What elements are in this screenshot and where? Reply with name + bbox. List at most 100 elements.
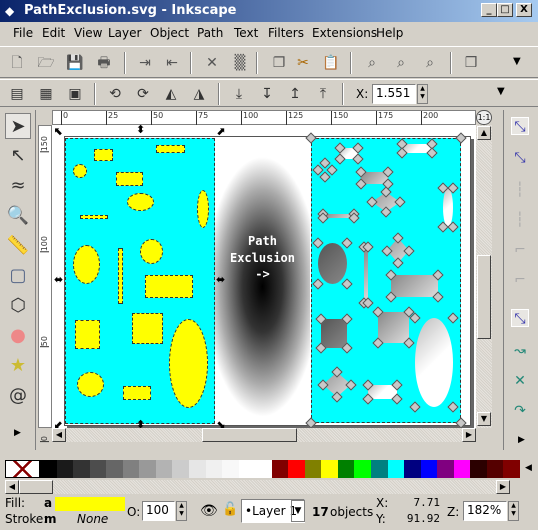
color-swatch[interactable] <box>288 460 305 478</box>
color-swatch[interactable] <box>453 460 471 478</box>
3d-box-tool-icon[interactable]: ⬡ <box>5 293 31 319</box>
color-swatch[interactable] <box>222 460 239 478</box>
color-swatch[interactable] <box>354 460 372 478</box>
ellipse-tool-icon[interactable]: ● <box>5 323 31 349</box>
snap-intersections-icon[interactable]: ✕ <box>511 372 529 390</box>
canvas-text[interactable]: Path Exclusion -> <box>215 233 310 283</box>
yellow-rectangle[interactable] <box>75 320 100 349</box>
gradient-ellipse[interactable] <box>415 318 453 407</box>
scale-handle[interactable]: ⬌ <box>54 274 63 285</box>
zoom-drawing-icon[interactable]: ⌕ <box>392 54 410 72</box>
opacity-spinner[interactable]: ▲ ▼ <box>176 501 187 521</box>
palette-menu-arrow-icon[interactable]: ◀ <box>525 463 532 473</box>
deselect-icon[interactable]: ▣ <box>66 85 84 103</box>
scale-handle[interactable]: ⬋ <box>54 419 63 428</box>
raise-icon[interactable]: ↥ <box>286 85 304 103</box>
color-swatch[interactable] <box>387 460 405 478</box>
color-swatch[interactable] <box>404 460 421 478</box>
scroll-left-button[interactable]: ◀ <box>52 428 66 442</box>
color-swatch[interactable] <box>486 460 504 478</box>
menu-text[interactable]: Text <box>234 26 258 40</box>
snap-paths-icon[interactable]: ↝ <box>511 342 529 360</box>
snap-bbox-icon[interactable]: ┆ <box>511 181 529 199</box>
undo-delete-icon[interactable]: ✕ <box>203 54 221 72</box>
close-button[interactable]: X <box>516 3 532 17</box>
color-swatch[interactable] <box>106 460 123 478</box>
select-all-layers-icon[interactable]: ▦ <box>37 85 55 103</box>
more-snap-arrow-icon[interactable]: ▶ <box>518 435 525 445</box>
flip-horizontal-icon[interactable]: ◭ <box>162 85 180 103</box>
color-swatch[interactable] <box>89 460 107 478</box>
menu-view[interactable]: View <box>74 26 102 40</box>
yellow-rectangle[interactable] <box>156 145 185 153</box>
scale-handle[interactable]: ⬉ <box>54 126 63 137</box>
color-swatch[interactable] <box>172 460 190 478</box>
new-document-icon[interactable]: 🗋 <box>8 54 26 72</box>
cut-icon[interactable]: ✂ <box>294 54 312 72</box>
spiral-tool-icon[interactable]: @ <box>5 383 31 409</box>
snap-bbox-edge-icon[interactable]: ┆ <box>511 211 529 229</box>
print-icon[interactable]: 🖶 <box>95 54 113 72</box>
color-swatch[interactable] <box>304 460 322 478</box>
scale-handle[interactable]: ⬍ <box>136 419 145 428</box>
node-tool-icon[interactable]: ↖ <box>5 143 31 169</box>
color-swatch[interactable] <box>122 460 140 478</box>
star-tool-icon[interactable]: ★ <box>5 353 31 379</box>
color-swatch[interactable] <box>238 460 256 478</box>
rotate-ccw-icon[interactable]: ⟲ <box>106 85 124 103</box>
color-swatch[interactable] <box>40 460 57 478</box>
color-swatch[interactable] <box>371 460 388 478</box>
gradient-rectangle[interactable] <box>321 319 347 348</box>
color-swatch[interactable] <box>271 460 289 478</box>
yellow-rectangle[interactable] <box>145 275 193 298</box>
color-swatch[interactable] <box>73 460 90 478</box>
import-icon[interactable]: ⇥ <box>136 54 154 72</box>
overflow-arrow-icon[interactable]: ▼ <box>497 86 505 97</box>
horizontal-scrollbar[interactable]: ◀ ▶ <box>52 428 476 442</box>
yellow-rectangle[interactable] <box>123 386 151 400</box>
zoom-input[interactable]: 182% <box>463 501 507 521</box>
color-swatch[interactable] <box>155 460 173 478</box>
scale-handle[interactable]: ⬈ <box>216 126 225 137</box>
clone-icon[interactable]: ❒ <box>462 54 480 72</box>
yellow-ellipse[interactable] <box>73 164 87 178</box>
horizontal-scroll-thumb[interactable] <box>202 428 297 442</box>
opacity-input[interactable]: 100 <box>142 501 175 521</box>
lock-icon[interactable]: 🔓 <box>222 502 238 517</box>
redo-icon[interactable]: ▒ <box>231 54 249 72</box>
scroll-down-button[interactable]: ▼ <box>477 412 491 426</box>
snap-smooth-nodes-icon[interactable]: ↷ <box>511 402 529 420</box>
color-swatch[interactable] <box>337 460 355 478</box>
vertical-scrollbar[interactable]: ▲ ▼ <box>476 125 492 428</box>
scroll-up-button[interactable]: ▲ <box>477 126 491 140</box>
lower-icon[interactable]: ↧ <box>258 85 276 103</box>
x-input[interactable]: 1.551 <box>372 84 416 104</box>
stroke-value[interactable]: None <box>77 512 108 526</box>
fill-color-swatch[interactable] <box>55 497 125 511</box>
no-paint-swatch[interactable] <box>5 460 41 478</box>
visibility-eye-icon[interactable]: 👁 <box>200 503 218 519</box>
flip-vertical-icon[interactable]: ◮ <box>190 85 208 103</box>
more-tools-arrow-icon[interactable]: ▶ <box>14 428 21 438</box>
gradient-ellipse[interactable] <box>318 243 347 284</box>
minimize-button[interactable]: _ <box>481 3 497 17</box>
yellow-rectangle[interactable] <box>132 313 163 344</box>
zoom-tool-icon[interactable]: 🔍 <box>5 203 31 229</box>
yellow-ellipse[interactable] <box>140 239 163 264</box>
yellow-ellipse[interactable] <box>73 245 100 284</box>
yellow-rectangle[interactable] <box>94 149 113 161</box>
snap-nodes-icon[interactable]: ⤡ <box>511 149 529 167</box>
menu-object[interactable]: Object <box>150 26 189 40</box>
color-swatch[interactable] <box>420 460 438 478</box>
color-swatch[interactable] <box>470 460 487 478</box>
lower-bottom-icon[interactable]: ⤓ <box>230 85 248 103</box>
gradient-rectangle[interactable] <box>364 247 368 303</box>
save-icon[interactable]: 💾 <box>66 54 84 72</box>
palette-scroll-thumb[interactable] <box>19 480 53 494</box>
color-swatch[interactable] <box>255 460 272 478</box>
yellow-ellipse[interactable] <box>77 372 104 397</box>
snap-bbox-corner-icon[interactable]: ⌐ <box>511 241 529 259</box>
menu-file[interactable]: File <box>13 26 33 40</box>
measure-tool-icon[interactable]: 📏 <box>5 233 31 259</box>
snap-enable-icon[interactable]: ⤡ <box>511 117 529 135</box>
